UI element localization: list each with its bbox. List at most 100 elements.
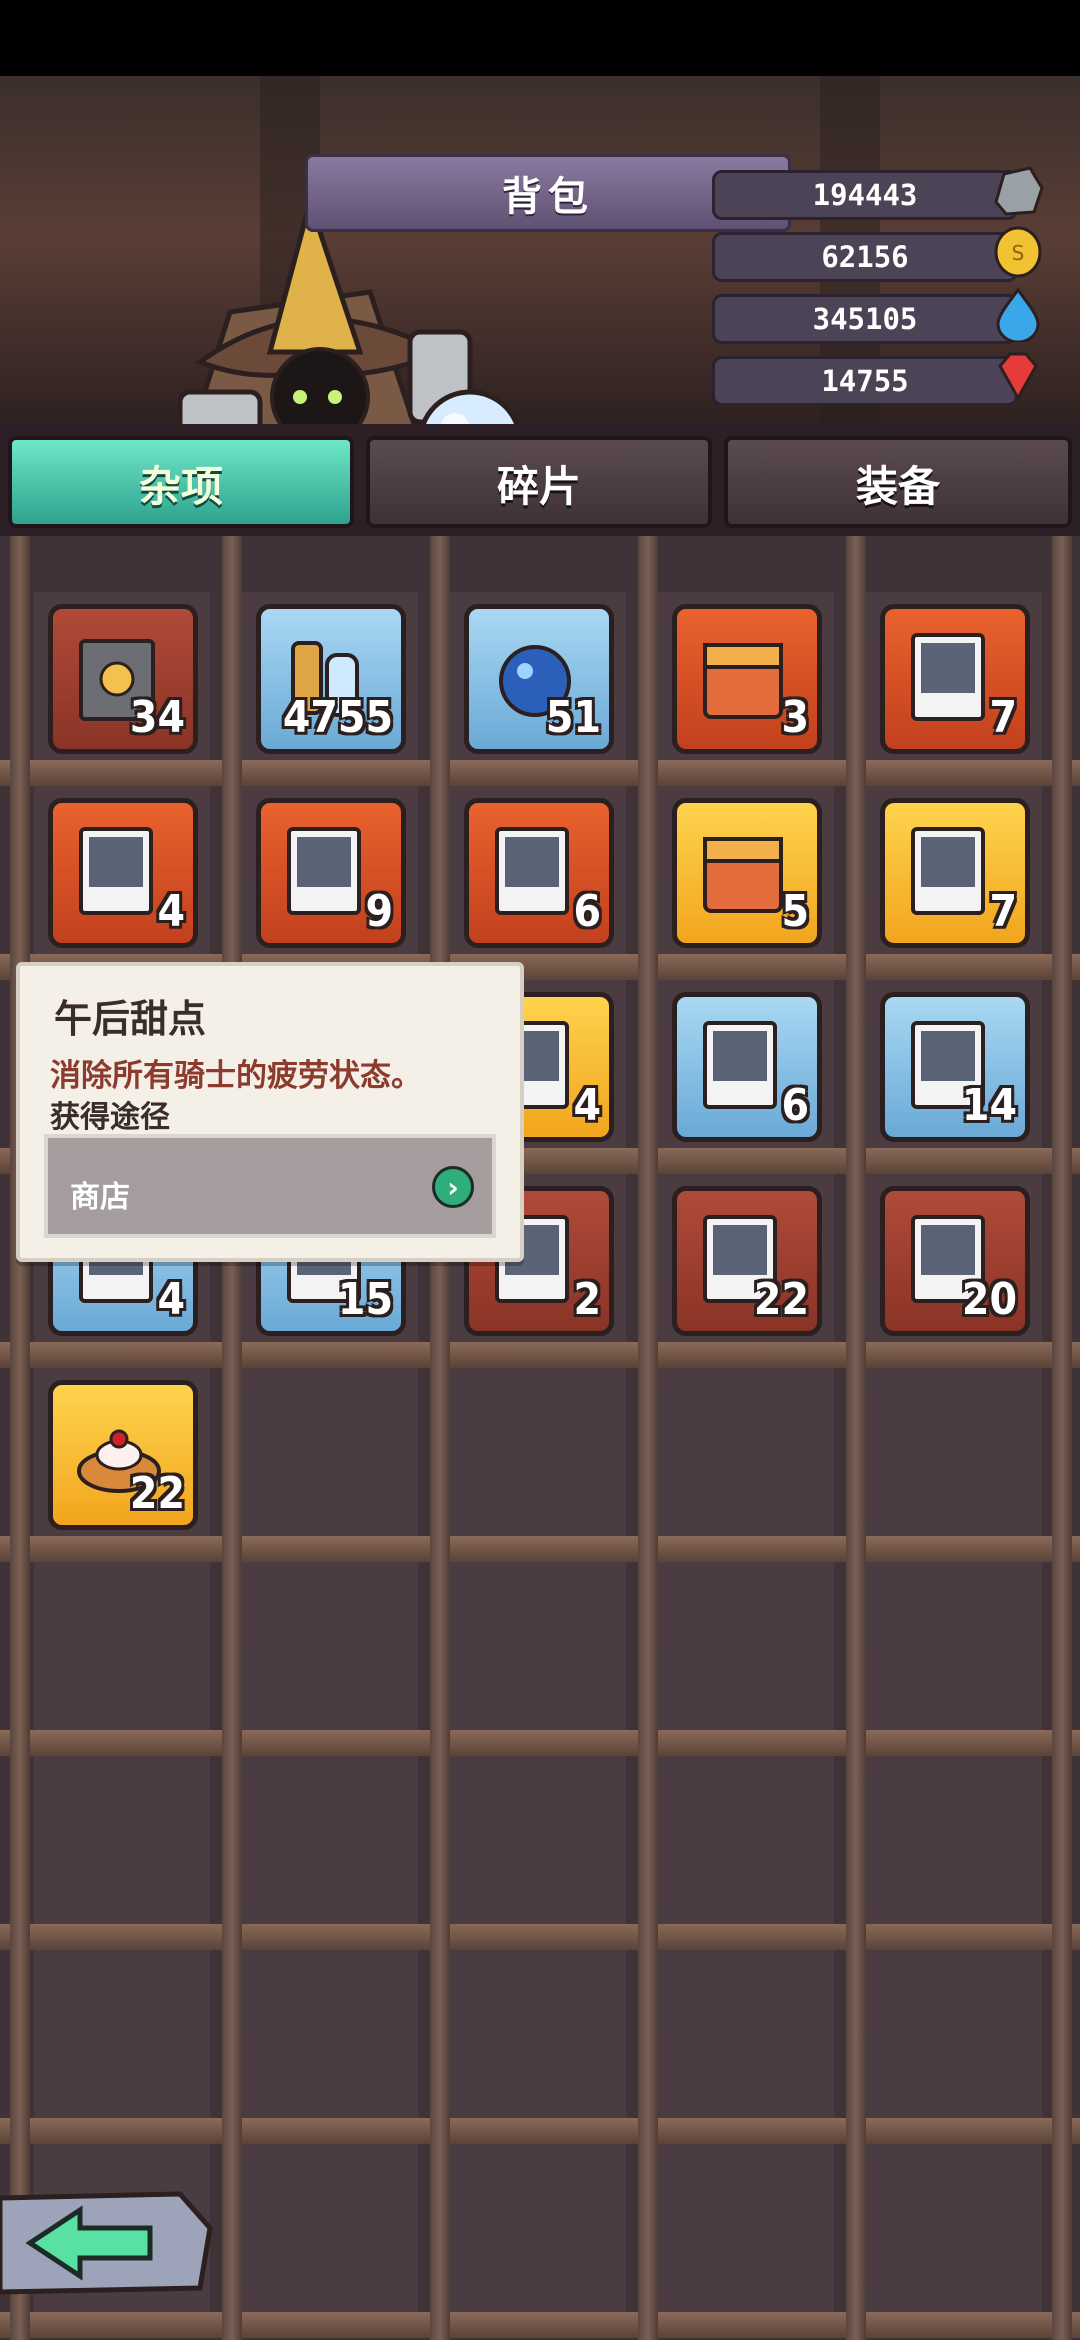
item-count: 14 xyxy=(961,1080,1017,1131)
shelf-plank xyxy=(0,760,1080,786)
shelf-cell xyxy=(866,2144,1042,2324)
shelf-cell xyxy=(658,2144,834,2324)
item-count: 15 xyxy=(337,1274,393,1325)
tab-misc[interactable]: 杂项 xyxy=(8,436,354,528)
item-count: 20 xyxy=(961,1274,1017,1325)
shelf-cell xyxy=(866,1368,1042,1548)
silver-chest-icon xyxy=(703,837,783,913)
go-arrow-icon[interactable]: › xyxy=(432,1166,474,1208)
red-gem-icon xyxy=(998,352,1038,402)
item-hat-card[interactable]: 9 xyxy=(256,798,406,948)
item-brush-and-potion[interactable]: 4755 xyxy=(256,604,406,754)
tab-equipment[interactable]: 装备 xyxy=(724,436,1072,528)
tooltip-source-heading: 获得途径 xyxy=(50,1100,170,1135)
shelf-cell xyxy=(450,1368,626,1548)
item-count: 4 xyxy=(157,1274,185,1325)
item-blue-orb[interactable]: 51 xyxy=(464,604,614,754)
armor-card-icon xyxy=(79,827,153,915)
water-drop-icon xyxy=(996,287,1040,342)
shelf-cell xyxy=(242,1368,418,1548)
tab-equipment-label: 装备 xyxy=(855,462,940,511)
ore-icon xyxy=(994,166,1044,216)
shelf-cell xyxy=(450,2144,626,2324)
shelf-cell xyxy=(242,1950,418,2130)
item-silver-chest[interactable]: 5 xyxy=(672,798,822,948)
potion-card-icon xyxy=(495,827,569,915)
shelf-cell xyxy=(34,1562,210,1742)
item-count: 5 xyxy=(781,886,809,937)
item-count: 6 xyxy=(573,886,601,937)
source-shop-row[interactable]: 商店 › xyxy=(44,1134,496,1238)
item-armor-card[interactable]: 4 xyxy=(48,798,198,948)
shelf-cell xyxy=(242,1562,418,1742)
shelf-post xyxy=(638,536,658,2340)
shelf-cell xyxy=(658,1756,834,1936)
inventory-tabs: 杂项 碎片 装备 xyxy=(0,424,1080,536)
item-armor-card[interactable]: 14 xyxy=(880,992,1030,1142)
currency-gem-amount: 14755 xyxy=(712,356,1018,406)
item-count: 9 xyxy=(365,886,393,937)
rifle-card-icon xyxy=(911,827,985,915)
gold-coin-icon: S xyxy=(994,226,1042,278)
header-scene: 背包 194443 62156 S 345105 14755 xyxy=(0,76,1080,436)
shelf-cell xyxy=(242,1756,418,1936)
shelf-cell xyxy=(866,1756,1042,1936)
shelf-cell xyxy=(658,1950,834,2130)
shelf-plank xyxy=(0,1730,1080,1756)
shelf-plank xyxy=(0,2118,1080,2144)
item-tooltip: 午后甜点 消除所有骑士的疲劳状态。 获得途径 商店 › xyxy=(16,962,524,1262)
item-rifle-card[interactable]: 7 xyxy=(880,604,1030,754)
tooltip-description: 消除所有骑士的疲劳状态。 xyxy=(50,1058,422,1094)
item-count: 34 xyxy=(129,692,185,743)
tooltip-title: 午后甜点 xyxy=(54,997,207,1041)
shelf-cell xyxy=(866,1562,1042,1742)
shelf-plank xyxy=(0,1342,1080,1368)
item-red-chest[interactable]: 3 xyxy=(672,604,822,754)
inventory-shelves: 34 4755 51 3 7 4 9 6 5 7 4 6 14 4 15 2 22 20 22 xyxy=(0,536,1080,2340)
item-count: 51 xyxy=(545,692,601,743)
shelf-cell xyxy=(866,1950,1042,2130)
item-potion-card[interactable]: 20 xyxy=(880,1186,1030,1336)
rifle-card-icon xyxy=(703,1021,777,1109)
shelf-plank xyxy=(0,1924,1080,1950)
currency-gold-amount: 62156 xyxy=(712,232,1018,282)
tab-fragments[interactable]: 碎片 xyxy=(366,436,712,528)
shelf-post xyxy=(430,536,450,2340)
item-count: 2 xyxy=(573,1274,601,1325)
item-potion-card[interactable]: 6 xyxy=(464,798,614,948)
shelf-post xyxy=(1052,536,1072,2340)
item-rifle-card[interactable]: 7 xyxy=(880,798,1030,948)
shelf-post xyxy=(222,536,242,2340)
item-count: 7 xyxy=(989,886,1017,937)
item-count: 7 xyxy=(989,692,1017,743)
shelf-cell xyxy=(242,2144,418,2324)
item-count: 4755 xyxy=(282,692,393,743)
item-count: 22 xyxy=(129,1468,185,1519)
shelf-plank xyxy=(0,2312,1080,2338)
shelf-cell xyxy=(450,1756,626,1936)
currency-ore-amount: 194443 xyxy=(712,170,1018,220)
item-count: 4 xyxy=(157,886,185,937)
back-button[interactable] xyxy=(0,2188,220,2298)
shelf-cell xyxy=(34,1756,210,1936)
item-count: 22 xyxy=(753,1274,809,1325)
svg-text:S: S xyxy=(1012,241,1025,265)
item-cherry-pie[interactable]: 22 xyxy=(48,1380,198,1530)
tab-misc-label: 杂项 xyxy=(138,462,223,511)
shelf-post xyxy=(846,536,866,2340)
source-shop-label: 商店 xyxy=(70,1180,130,1215)
item-gear-book[interactable]: 34 xyxy=(48,604,198,754)
rifle-card-icon xyxy=(911,633,985,721)
shelf-cell xyxy=(450,1562,626,1742)
shelf-post xyxy=(10,536,30,2340)
item-count: 3 xyxy=(781,692,809,743)
item-armor-card[interactable]: 22 xyxy=(672,1186,822,1336)
item-count: 6 xyxy=(781,1080,809,1131)
tab-fragments-label: 碎片 xyxy=(496,462,581,511)
shelf-cell xyxy=(658,1562,834,1742)
item-count: 4 xyxy=(573,1080,601,1131)
red-chest-icon xyxy=(703,643,783,719)
shelf-cell xyxy=(34,1950,210,2130)
status-bar xyxy=(0,0,1080,76)
item-rifle-card[interactable]: 6 xyxy=(672,992,822,1142)
